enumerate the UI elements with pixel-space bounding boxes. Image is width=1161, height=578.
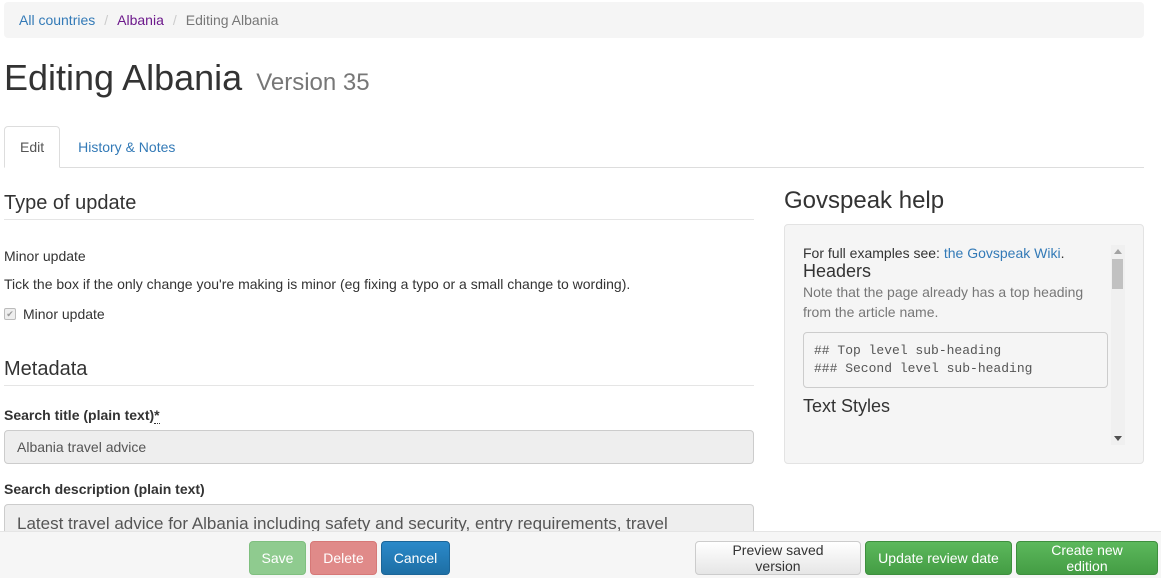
scroll-thumb[interactable] xyxy=(1112,259,1123,289)
minor-update-hint: Tick the box if the only change you're m… xyxy=(4,276,631,292)
headers-code-example: ## Top level sub-heading ### Second leve… xyxy=(803,332,1108,388)
breadcrumb: All countries / Albania / Editing Albani… xyxy=(4,2,1144,38)
govspeak-help-panel: For full examples see: the Govspeak Wiki… xyxy=(784,224,1144,464)
tab-history-notes[interactable]: History & Notes xyxy=(62,126,191,168)
text-styles-heading: Text Styles xyxy=(803,396,891,416)
breadcrumb-albania[interactable]: Albania xyxy=(117,12,164,28)
page-title: Editing Albania Version 35 xyxy=(4,56,370,105)
breadcrumb-separator: / xyxy=(172,12,177,28)
delete-button[interactable]: Delete xyxy=(310,541,377,575)
version-label: Version 35 xyxy=(256,69,370,96)
update-review-date-button[interactable]: Update review date xyxy=(865,541,1012,575)
tab-edit[interactable]: Edit xyxy=(4,126,61,168)
headers-heading: Headers xyxy=(803,261,872,281)
action-footer: Save Delete Cancel Preview saved version… xyxy=(0,531,1161,578)
help-intro-end: . xyxy=(1060,245,1065,261)
search-title-label-text: Search title (plain text) xyxy=(4,407,155,423)
save-button[interactable]: Save xyxy=(249,541,306,575)
search-title-value: Albania travel advice xyxy=(17,439,147,455)
code-line: ### Second level sub-heading xyxy=(814,361,1033,376)
required-marker: * xyxy=(154,407,160,424)
type-of-update-heading: Type of update xyxy=(4,191,754,220)
check-icon: ✔ xyxy=(6,308,14,319)
metadata-heading: Metadata xyxy=(4,357,754,386)
govspeak-help-title: Govspeak help xyxy=(784,187,945,214)
page-title-text: Editing Albania xyxy=(4,57,243,98)
minor-update-checkbox-row[interactable]: ✔ Minor update xyxy=(4,306,105,322)
govspeak-help-content[interactable]: For full examples see: the Govspeak Wiki… xyxy=(803,245,1109,445)
help-intro-text: For full examples see: xyxy=(803,245,944,261)
minor-update-checkbox[interactable]: ✔ xyxy=(4,308,16,320)
search-description-label: Search description (plain text) xyxy=(4,481,205,497)
minor-update-checkbox-label: Minor update xyxy=(23,306,105,322)
tab-bar: Edit History & Notes xyxy=(4,126,1144,168)
create-new-edition-button[interactable]: Create new edition xyxy=(1016,541,1158,575)
search-title-input[interactable]: Albania travel advice xyxy=(4,430,754,464)
minor-update-label: Minor update xyxy=(4,248,86,264)
scroll-down-arrow-icon[interactable] xyxy=(1114,436,1122,441)
help-intro: For full examples see: the Govspeak Wiki… xyxy=(803,245,1109,261)
headers-note: Note that the page already has a top hea… xyxy=(803,284,1084,320)
search-title-label: Search title (plain text)* xyxy=(4,407,160,424)
preview-saved-version-button[interactable]: Preview saved version xyxy=(695,541,861,575)
cancel-button[interactable]: Cancel xyxy=(381,541,450,575)
breadcrumb-current: Editing Albania xyxy=(185,12,279,28)
breadcrumb-separator: / xyxy=(104,12,109,28)
scroll-up-arrow-icon[interactable] xyxy=(1114,249,1122,254)
breadcrumb-all-countries[interactable]: All countries xyxy=(19,12,95,28)
govspeak-wiki-link[interactable]: the Govspeak Wiki xyxy=(944,245,1061,261)
code-line: ## Top level sub-heading xyxy=(814,343,1002,358)
help-scrollbar[interactable] xyxy=(1111,245,1125,445)
